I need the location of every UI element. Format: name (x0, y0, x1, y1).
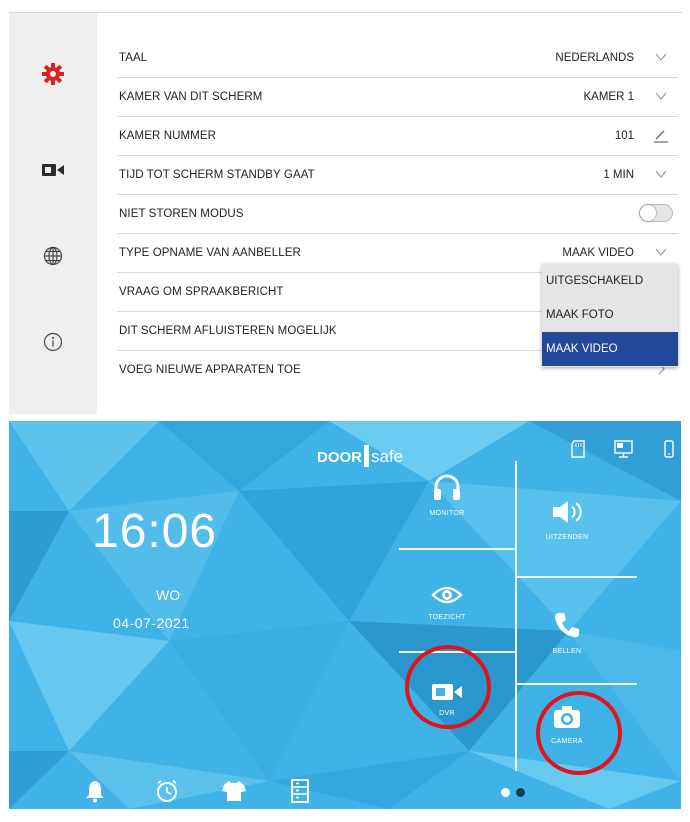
setting-label: TIJD TOT SCHERM STANDBY GAAT (119, 169, 315, 181)
tile-label: BELLEN (552, 648, 582, 655)
highlight-ring-camera (536, 691, 622, 775)
page-dot-active[interactable] (501, 788, 510, 797)
tile-monitor[interactable]: MONITOR (387, 473, 507, 517)
setting-label: KAMER NUMMER (119, 130, 217, 142)
list-icon[interactable] (287, 779, 313, 803)
home-screen: DOOR safe 16:06 WO 04-07-2021 MONITOR UI… (9, 421, 681, 809)
eye-icon (431, 586, 463, 604)
bell-icon[interactable] (82, 779, 108, 803)
tile-label: TOEZICHT (428, 614, 466, 621)
recording-type-dropdown: UITGESCHAKELD MAAK FOTO MAAK VIDEO (542, 264, 678, 367)
doorsafe-logo: DOOR safe (317, 445, 404, 469)
page-dot[interactable] (516, 788, 525, 797)
setting-value: MAAK VIDEO (562, 247, 634, 259)
clock-day: WO (156, 587, 181, 603)
setting-label: KAMER VAN DIT SCHERM (119, 91, 263, 103)
setting-value: 101 (614, 130, 634, 142)
setting-row-standby[interactable]: TIJD TOT SCHERM STANDBY GAAT 1 MIN (117, 156, 678, 195)
shirt-icon[interactable] (221, 779, 247, 803)
dropdown-option[interactable]: MAAK FOTO (542, 298, 678, 332)
setting-row-niet-storen: NIET STOREN MODUS (117, 195, 678, 234)
edit-icon[interactable] (652, 129, 670, 143)
speaker-icon (553, 501, 582, 523)
tile-toezicht[interactable]: TOEZICHT (387, 585, 507, 621)
tile-label: MONITOR (429, 510, 465, 517)
do-not-disturb-toggle[interactable] (639, 204, 673, 222)
highlight-ring-dvr (405, 645, 491, 729)
dropdown-option-selected[interactable]: MAAK VIDEO (542, 332, 678, 366)
tile-bellen[interactable]: BELLEN (507, 611, 627, 655)
setting-label: VRAAG OM SPRAAKBERICHT (119, 286, 284, 298)
clock-date: 04-07-2021 (113, 615, 190, 631)
camera-icon[interactable] (36, 155, 70, 185)
chevron-down-icon[interactable] (654, 89, 668, 103)
chevron-down-icon[interactable] (654, 167, 668, 181)
setting-label: TAAL (119, 52, 148, 64)
setting-value: 1 MIN (603, 169, 634, 181)
settings-sidebar (9, 13, 97, 414)
dropdown-option[interactable]: UITGESCHAKELD (542, 264, 678, 298)
logo-text-safe: safe (371, 447, 404, 466)
phone-icon (555, 613, 579, 638)
toggle-knob (640, 205, 656, 221)
globe-icon[interactable] (36, 241, 70, 271)
clock-time: 16:06 (92, 505, 218, 558)
setting-value: KAMER 1 (583, 91, 635, 103)
headphones-icon (434, 474, 460, 500)
tile-divider (517, 576, 637, 578)
setting-row-kamer-nummer[interactable]: KAMER NUMMER 101 (117, 117, 678, 156)
setting-label: DIT SCHERM AFLUISTEREN MOGELIJK (119, 325, 337, 337)
setting-value: NEDERLANDS (555, 52, 634, 64)
tile-divider (517, 683, 637, 685)
chevron-down-icon[interactable] (654, 245, 668, 259)
alarm-clock-icon[interactable] (154, 779, 180, 803)
gear-icon[interactable] (36, 59, 70, 89)
tile-label: UITZENDEN (545, 534, 589, 541)
tile-divider (399, 548, 517, 550)
setting-label: TYPE OPNAME VAN AANBELLER (119, 247, 301, 259)
setting-row-taal[interactable]: TAAL NEDERLANDS (117, 39, 678, 78)
sd-card-icon (571, 440, 585, 458)
chevron-down-icon[interactable] (654, 50, 668, 64)
info-icon[interactable] (36, 327, 70, 357)
setting-label: NIET STOREN MODUS (119, 208, 244, 220)
setting-label: VOEG NIEUWE APPARATEN TOE (119, 364, 301, 376)
mobile-icon (664, 440, 674, 458)
monitor-icon (614, 440, 633, 458)
tile-uitzenden[interactable]: UITZENDEN (507, 499, 627, 541)
setting-row-kamer[interactable]: KAMER VAN DIT SCHERM KAMER 1 (117, 78, 678, 117)
logo-text-door: DOOR (317, 449, 362, 466)
